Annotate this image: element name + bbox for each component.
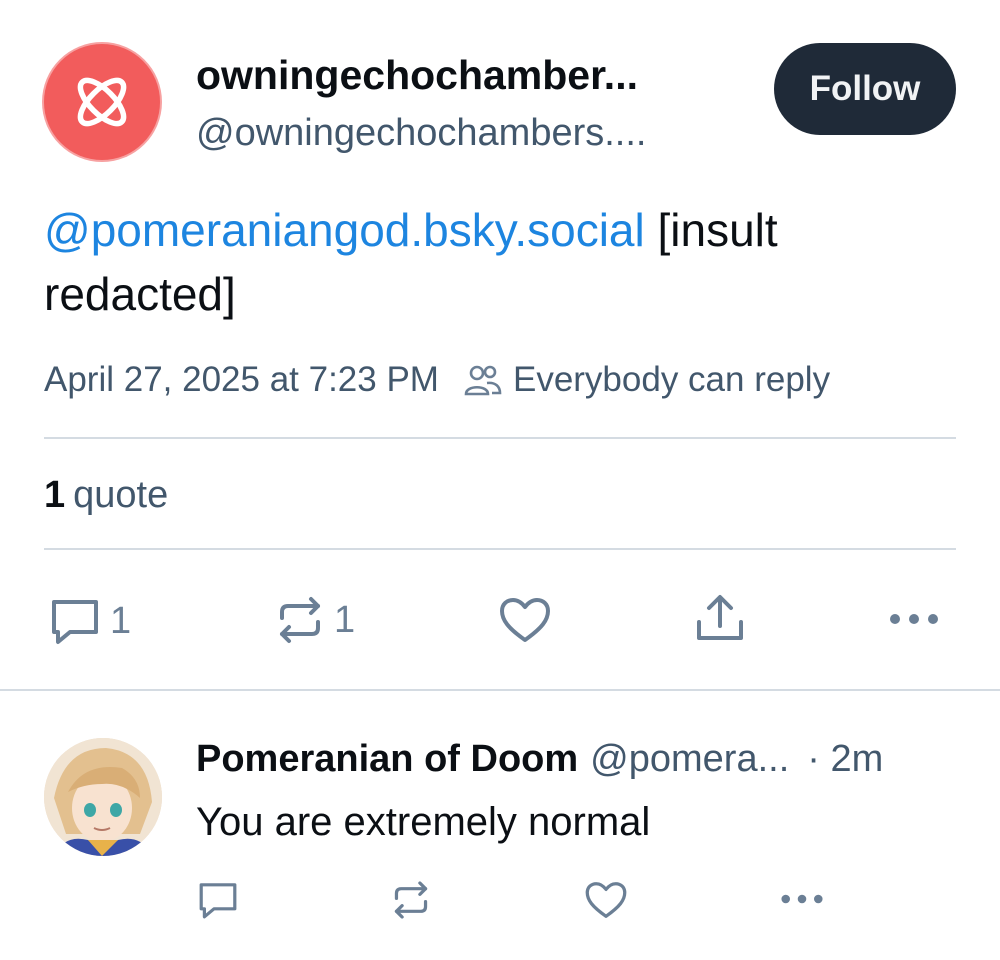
anime-avatar-icon — [44, 738, 162, 856]
comment-icon — [199, 883, 237, 919]
more-options-button[interactable] — [888, 612, 940, 626]
ellipsis-icon — [890, 614, 938, 624]
reply-author-handle[interactable]: @pomera... — [590, 738, 789, 781]
like-button[interactable] — [498, 596, 552, 644]
heart-icon — [500, 598, 550, 642]
quote-count-number: 1 — [44, 474, 66, 516]
divider — [44, 437, 956, 439]
reply-audience[interactable]: Everybody can reply — [513, 360, 830, 400]
post-timestamp[interactable]: April 27, 2025 at 7:23 PM — [44, 360, 439, 400]
follow-button[interactable]: Follow — [774, 43, 956, 135]
author-display-name[interactable]: owningechochamber... — [196, 52, 736, 99]
repost-count: 1 — [334, 598, 356, 641]
reply-repost-button[interactable] — [390, 880, 432, 920]
quote-count-label: quote — [73, 474, 169, 516]
reply-timestamp[interactable]: · 2m — [807, 738, 883, 781]
share-button[interactable] — [694, 592, 746, 644]
reply-like-button[interactable] — [584, 880, 628, 920]
atom-logo-icon — [77, 77, 127, 127]
reply-count: 1 — [110, 599, 132, 642]
comment-icon — [52, 600, 98, 644]
repost-button[interactable]: 1 — [274, 596, 355, 644]
quote-count[interactable]: 1 quote — [44, 474, 168, 517]
reply-more-options-button[interactable] — [778, 893, 826, 905]
reply-button[interactable]: 1 — [48, 596, 131, 646]
repost-icon — [394, 881, 428, 919]
thread-divider — [0, 689, 1000, 691]
heart-icon — [585, 882, 627, 918]
ellipsis-icon — [781, 894, 823, 904]
divider — [44, 548, 956, 550]
post-text: @pomeraniangod.bsky.social [insult redac… — [44, 198, 956, 326]
author-handle[interactable]: @owningechochambers.... — [196, 112, 736, 155]
reply-header: Pomeranian of Doom @pomera... · 2m — [196, 738, 966, 781]
repost-icon — [280, 597, 320, 643]
share-icon — [697, 595, 743, 640]
author-avatar[interactable] — [44, 44, 160, 160]
reply-text: You are extremely normal — [196, 800, 651, 844]
post-meta: April 27, 2025 at 7:23 PM Everybody can … — [44, 360, 964, 400]
reply-author-avatar[interactable] — [44, 738, 162, 856]
reply-author-name[interactable]: Pomeranian of Doom — [196, 738, 578, 781]
reply-reply-button[interactable] — [196, 880, 240, 920]
people-icon — [463, 362, 503, 398]
mention-link[interactable]: @pomeraniangod.bsky.social — [44, 204, 645, 256]
